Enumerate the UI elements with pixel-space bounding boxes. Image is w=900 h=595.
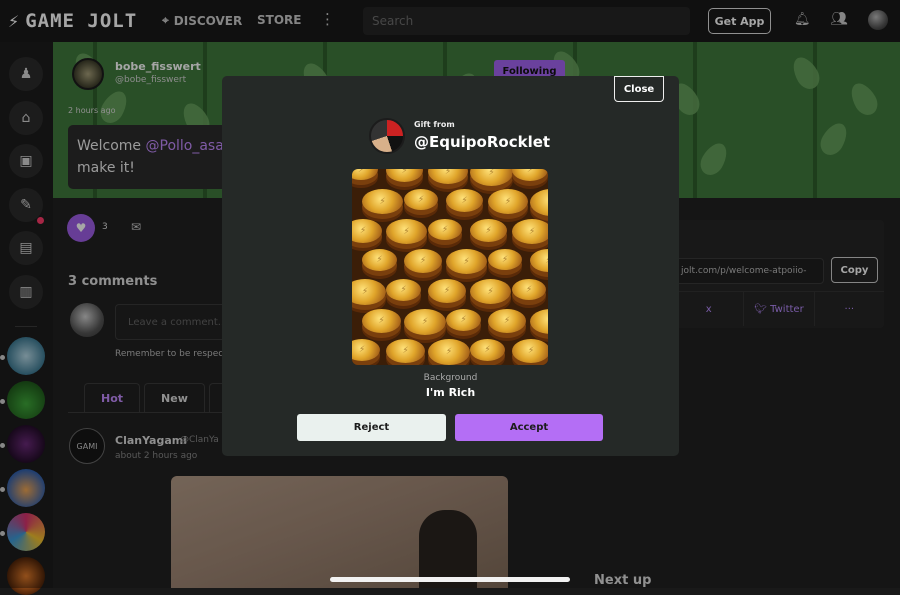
coin-graphic: [386, 169, 423, 182]
coin-graphic: [428, 219, 462, 240]
coin-graphic: [530, 189, 548, 216]
coin-graphic: [386, 219, 427, 244]
coin-graphic: [428, 169, 468, 184]
background-label: Background: [423, 373, 478, 383]
coin-graphic: [470, 169, 513, 186]
coin-graphic: [362, 309, 401, 333]
coin-graphic: [446, 309, 481, 331]
coin-graphic: [386, 279, 421, 301]
coin-graphic: [470, 219, 507, 242]
coin-graphic: [488, 249, 522, 270]
background-name: I'm Rich: [425, 386, 476, 399]
coin-graphic: [428, 279, 466, 303]
coin-graphic: [428, 339, 470, 365]
gift-modal: Close Gift from @EquipoRocklet Backgroun…: [222, 76, 679, 456]
coin-graphic: [530, 309, 548, 334]
coin-graphic: [352, 169, 378, 180]
coin-graphic: [446, 189, 483, 212]
coin-graphic: [488, 189, 528, 214]
coin-graphic: [362, 189, 403, 214]
coin-graphic: [512, 169, 548, 181]
coin-graphic: [530, 249, 548, 272]
coin-graphic: [404, 309, 446, 335]
coin-graphic: [470, 279, 511, 304]
coin-graphic: [362, 249, 397, 271]
accept-button[interactable]: Accept: [455, 414, 603, 441]
coin-graphic: [512, 339, 548, 363]
sender-avatar: [369, 118, 405, 154]
gift-from-label: Gift from: [414, 120, 455, 129]
gift-sender-name: @EquipoRocklet: [414, 133, 551, 151]
coin-graphic: [404, 249, 442, 273]
coin-graphic: [446, 249, 487, 274]
coin-graphic: [512, 219, 548, 244]
coin-graphic: [404, 189, 438, 210]
close-button[interactable]: Close: [614, 76, 664, 102]
coin-graphic: [488, 309, 526, 333]
coin-graphic: [352, 219, 382, 243]
coin-graphic: [352, 279, 386, 305]
coin-graphic: [512, 279, 546, 300]
coin-graphic: [352, 339, 380, 361]
reject-button[interactable]: Reject: [297, 414, 446, 441]
home-indicator[interactable]: [330, 577, 570, 582]
coin-graphic: [386, 339, 425, 363]
coin-graphic: [470, 339, 505, 361]
background-preview-image: [352, 169, 548, 365]
